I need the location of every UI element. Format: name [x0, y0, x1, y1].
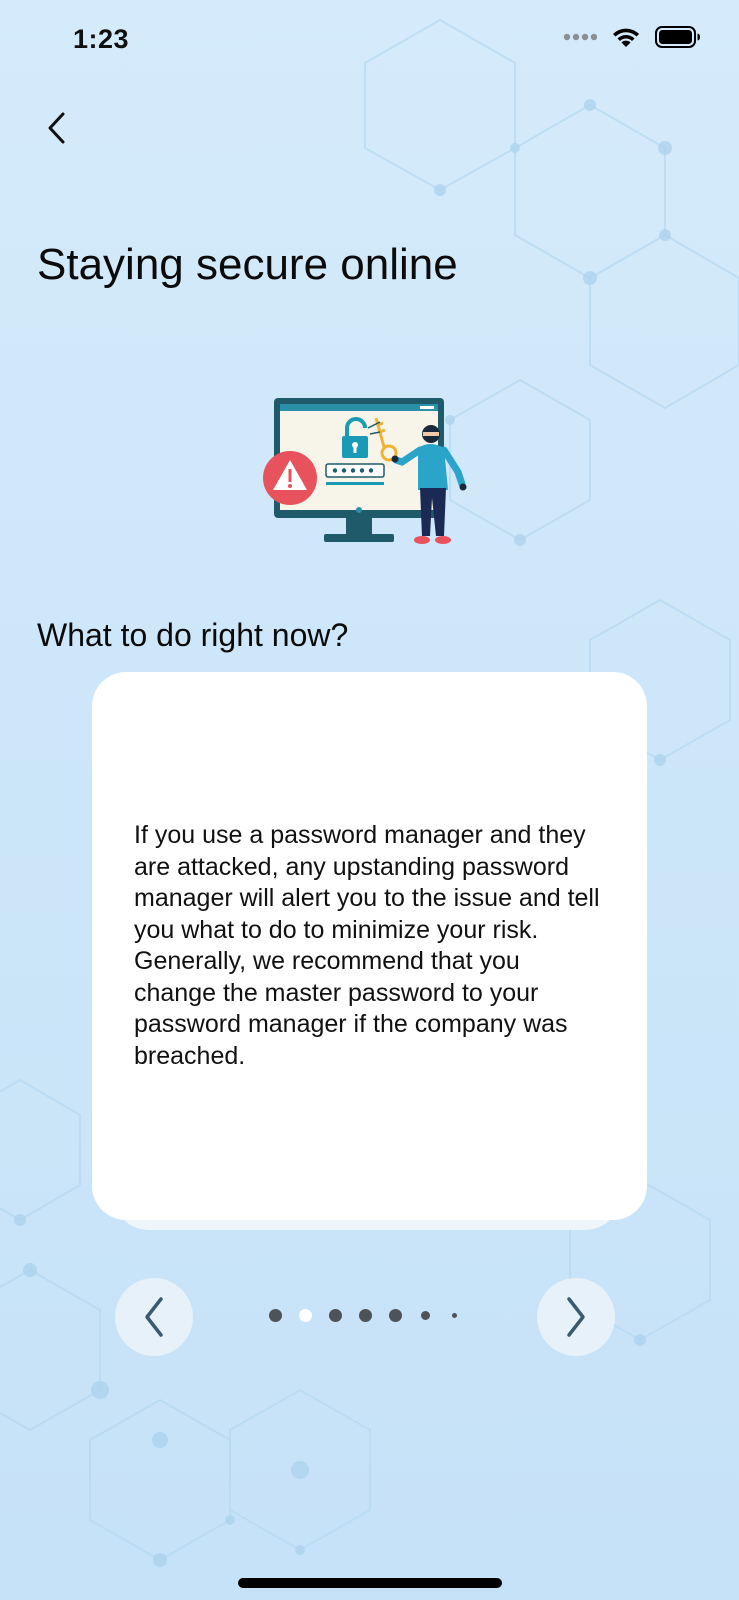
status-time: 1:23 — [73, 24, 130, 54]
page-dot[interactable] — [389, 1309, 402, 1322]
page-dot-active[interactable] — [299, 1309, 312, 1322]
signal-icon — [563, 33, 597, 41]
chevron-right-icon — [567, 1297, 585, 1337]
hacker-unlocking-computer-illustration — [263, 398, 467, 544]
page-indicator — [0, 1305, 739, 1329]
home-indicator[interactable] — [238, 1578, 502, 1588]
page-dot[interactable] — [359, 1309, 372, 1322]
page-dot[interactable] — [269, 1309, 282, 1322]
battery-icon — [655, 26, 700, 48]
page-dot[interactable] — [421, 1311, 430, 1320]
page-dot[interactable] — [452, 1313, 457, 1318]
tip-card[interactable]: If you use a password manager and they a… — [92, 672, 647, 1220]
chevron-left-icon — [48, 112, 65, 144]
page-title: Staying secure online — [37, 240, 458, 289]
next-card-button[interactable] — [537, 1278, 615, 1356]
section-heading: What to do right now? — [37, 617, 349, 653]
tip-card-text: If you use a password manager and they a… — [134, 821, 600, 1070]
page-dot[interactable] — [329, 1309, 342, 1322]
status-bar: 1:23 — [0, 0, 739, 80]
status-icons — [563, 26, 701, 48]
back-button[interactable] — [38, 100, 82, 156]
wifi-icon — [613, 28, 639, 47]
